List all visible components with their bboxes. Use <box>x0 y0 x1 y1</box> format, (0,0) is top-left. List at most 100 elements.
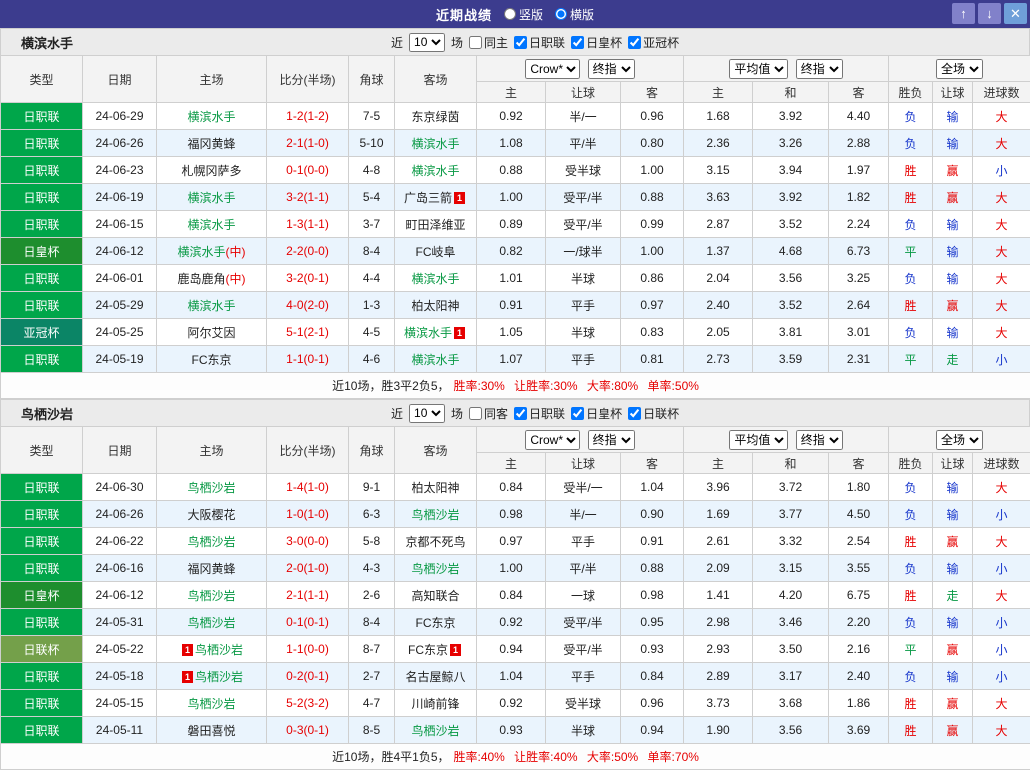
match-row: 日职联24-05-11磐田喜悦0-3(0-1)8-5鸟栖沙岩0.93半球0.94… <box>1 717 1030 744</box>
move-up-button[interactable]: ↑ <box>952 3 975 24</box>
odds-home-cell: 1.07 <box>477 346 546 373</box>
avg-away-cell: 1.82 <box>829 184 889 211</box>
avg-kind-select[interactable]: 终指 <box>796 430 843 450</box>
result-wdl-cell: 负 <box>889 103 933 130</box>
vertical-radio-input[interactable] <box>504 8 516 20</box>
home-team-cell: 横滨水手 <box>157 292 267 319</box>
home-team-cell: 札幌冈萨多 <box>157 157 267 184</box>
corner-cell: 7-5 <box>349 103 395 130</box>
away-team-cell: 横滨水手 <box>395 130 477 157</box>
home-team-name: 鸟栖沙岩 <box>187 697 235 711</box>
odds-away-cell: 0.99 <box>621 211 684 238</box>
layout-radio-vertical[interactable]: 竖版 <box>504 6 543 23</box>
away-team-name: FC东京 <box>408 643 448 657</box>
same-venue-input[interactable] <box>469 36 482 49</box>
layout-radio-horizontal[interactable]: 横版 <box>555 6 594 23</box>
home-team-cell: 鸟栖沙岩 <box>157 582 267 609</box>
league-checkbox-jleague[interactable]: 日职联 <box>514 405 565 422</box>
home-team-name: 横滨水手 <box>187 191 235 205</box>
odds-away-cell: 0.88 <box>621 555 684 582</box>
league-checkbox-jleague-cup[interactable]: 日联杯 <box>628 405 679 422</box>
average-select[interactable]: 平均值 <box>729 59 788 79</box>
league-checkbox-emperors-cup[interactable]: 日皇杯 <box>571 405 622 422</box>
league-checkbox-input[interactable] <box>514 36 527 49</box>
odds-away-cell: 1.00 <box>621 238 684 265</box>
away-team-name: FC岐阜 <box>416 245 456 259</box>
date-cell: 24-05-31 <box>83 609 157 636</box>
result-goals-cell: 小 <box>973 157 1030 184</box>
neutral-venue-suffix: (中) <box>226 272 246 286</box>
score-cell: 3-0(0-0) <box>267 528 349 555</box>
same-venue-checkbox[interactable]: 同客 <box>469 405 508 422</box>
move-down-button[interactable]: ↓ <box>978 3 1001 24</box>
away-team-cell: 鸟栖沙岩 <box>395 501 477 528</box>
col-score: 比分(半场) <box>267 427 349 474</box>
away-team-name: 横滨水手 <box>411 272 459 286</box>
date-cell: 24-05-25 <box>83 319 157 346</box>
result-wdl-cell: 负 <box>889 319 933 346</box>
league-checkbox-input[interactable] <box>628 407 641 420</box>
corner-cell: 8-7 <box>349 636 395 663</box>
away-team-name: 京都不死鸟 <box>405 535 465 549</box>
away-team-name: 名古屋鲸八 <box>405 670 465 684</box>
col-avg-away: 客 <box>829 453 889 474</box>
result-handicap-cell: 走 <box>933 582 973 609</box>
away-team-cell: 鸟栖沙岩 <box>395 555 477 582</box>
average-odds-header: 平均值 终指 <box>684 427 889 453</box>
col-home: 主场 <box>157 56 267 103</box>
same-venue-checkbox[interactable]: 同主 <box>469 34 508 51</box>
away-team-name: 柏太阳神 <box>411 481 459 495</box>
league-checkbox-input[interactable] <box>571 407 584 420</box>
league-checkbox-emperors-cup[interactable]: 日皇杯 <box>571 34 622 51</box>
odds-home-cell: 0.98 <box>477 501 546 528</box>
league-checkbox-acl[interactable]: 亚冠杯 <box>628 34 679 51</box>
corner-cell: 5-8 <box>349 528 395 555</box>
odds-kind-select[interactable]: 终指 <box>588 430 635 450</box>
odds-away-cell: 0.97 <box>621 292 684 319</box>
same-venue-input[interactable] <box>469 407 482 420</box>
league-type-cell: 日职联 <box>1 690 83 717</box>
avg-home-cell: 1.69 <box>684 501 753 528</box>
home-team-name: 横滨水手 <box>187 110 235 124</box>
avg-kind-select[interactable]: 终指 <box>796 59 843 79</box>
odds-home-cell: 0.88 <box>477 157 546 184</box>
home-team-name: 鸟栖沙岩 <box>195 670 243 684</box>
result-goals-cell: 大 <box>973 319 1030 346</box>
league-checkbox-jleague[interactable]: 日职联 <box>514 34 565 51</box>
scope-select[interactable]: 全场 <box>936 430 983 450</box>
col-date: 日期 <box>83 427 157 474</box>
corner-cell: 4-8 <box>349 157 395 184</box>
result-wdl-cell: 平 <box>889 238 933 265</box>
col-avg-away: 客 <box>829 82 889 103</box>
match-row: 日职联24-05-31鸟栖沙岩0-1(0-1)8-4FC东京0.92受平/半0.… <box>1 609 1030 636</box>
bookmaker-select[interactable]: Crow* <box>525 59 580 79</box>
league-type-cell: 日联杯 <box>1 636 83 663</box>
league-checkbox-input[interactable] <box>571 36 584 49</box>
handicap-line-cell: 受平/半 <box>546 184 621 211</box>
scope-select[interactable]: 全场 <box>936 59 983 79</box>
window-buttons: ↑ ↓ ✕ <box>952 3 1027 24</box>
match-count-select[interactable]: 10 <box>409 404 445 423</box>
average-select[interactable]: 平均值 <box>729 430 788 450</box>
league-type-cell: 日职联 <box>1 346 83 373</box>
corner-cell: 5-4 <box>349 184 395 211</box>
horizontal-radio-input[interactable] <box>555 8 567 20</box>
match-count-select[interactable]: 10 <box>409 33 445 52</box>
section-team-name: 鸟栖沙岩 <box>1 404 391 423</box>
result-goals-cell: 小 <box>973 555 1030 582</box>
league-checkbox-input[interactable] <box>628 36 641 49</box>
result-wdl-cell: 负 <box>889 609 933 636</box>
home-team-cell: 大阪樱花 <box>157 501 267 528</box>
close-button[interactable]: ✕ <box>1004 3 1027 24</box>
avg-away-cell: 3.01 <box>829 319 889 346</box>
bookmaker-select[interactable]: Crow* <box>525 430 580 450</box>
col-result-handicap: 让球 <box>933 453 973 474</box>
col-result-wdl: 胜负 <box>889 453 933 474</box>
avg-away-cell: 6.75 <box>829 582 889 609</box>
league-checkbox-input[interactable] <box>514 407 527 420</box>
odds-kind-select[interactable]: 终指 <box>588 59 635 79</box>
col-odds-away: 客 <box>621 453 684 474</box>
handicap-line-cell: 半球 <box>546 265 621 292</box>
avg-draw-cell: 3.72 <box>753 474 829 501</box>
home-team-name: 鸟栖沙岩 <box>187 481 235 495</box>
